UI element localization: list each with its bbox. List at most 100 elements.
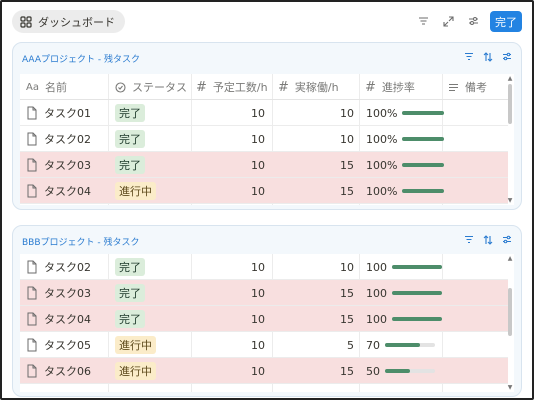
actual-hours[interactable]: 15	[274, 358, 354, 384]
actual-hours[interactable]: 15	[274, 152, 354, 178]
plan-hours[interactable]: 10	[185, 332, 265, 358]
scroll-up-icon[interactable]: ▲	[507, 256, 513, 262]
task-name[interactable]: タスク05	[44, 337, 91, 353]
filter-icon[interactable]	[463, 234, 474, 245]
sort-icon[interactable]	[482, 234, 493, 245]
sliders-icon[interactable]	[466, 14, 480, 28]
task-name[interactable]: タスク06	[44, 363, 91, 379]
column-header-actual[interactable]: # 実稼働/h	[278, 74, 339, 100]
table-row[interactable]: タスク03 完了 10 15 100%	[20, 152, 508, 178]
status-badge[interactable]: 完了	[115, 258, 145, 276]
table-row[interactable]: タスク03 完了 10 15 100	[20, 280, 508, 306]
progress-bar	[402, 111, 445, 115]
progress-value: 100%	[366, 106, 398, 120]
status-badge[interactable]: 完了	[115, 310, 145, 328]
page-icon	[27, 312, 37, 326]
vertical-scrollbar[interactable]	[508, 84, 512, 124]
panel-title[interactable]: BBBプロジェクト - 残タスク	[22, 235, 140, 248]
status-badge[interactable]: 完了	[115, 130, 145, 148]
task-name[interactable]: タスク04	[44, 183, 91, 199]
status-badge[interactable]: 進行中	[115, 182, 156, 200]
plan-hours[interactable]: 10	[185, 100, 265, 126]
column-header-plan[interactable]: # 予定工数/h	[196, 74, 268, 100]
progress-value: 70	[366, 338, 380, 352]
progress-bar	[392, 317, 442, 321]
status-badge[interactable]: 進行中	[115, 362, 156, 380]
actual-hours[interactable]: 5	[274, 332, 354, 358]
page-icon	[27, 364, 37, 378]
dashboard-button[interactable]: ダッシュボード	[12, 10, 125, 33]
status-badge[interactable]: 進行中	[115, 336, 156, 354]
top-bar: ダッシュボード 完了	[12, 10, 522, 34]
scroll-down-icon[interactable]: ▼	[507, 385, 513, 391]
scroll-down-icon[interactable]: ▼	[507, 198, 513, 204]
number-property-icon: #	[278, 79, 289, 95]
plan-hours[interactable]: 10	[185, 306, 265, 332]
table-row[interactable]: タスク06 進行中 10 15 50	[20, 358, 508, 384]
table-row[interactable]: タスク02 完了 10 10 100%	[20, 126, 508, 152]
status-badge[interactable]: 完了	[115, 156, 145, 174]
actual-hours[interactable]: 10	[274, 126, 354, 152]
table-row[interactable]: タスク04 進行中 10 15 100%	[20, 178, 508, 204]
panel-bbb-project: BBBプロジェクト - 残タスク タスク02 完了 10 10 100 タスク0…	[12, 225, 522, 397]
sliders-icon[interactable]	[501, 51, 512, 62]
task-name[interactable]: タスク03	[44, 157, 91, 173]
progress-bar	[402, 163, 445, 167]
actual-hours[interactable]: 10	[274, 100, 354, 126]
scroll-up-icon[interactable]: ▲	[507, 76, 513, 82]
vertical-scrollbar[interactable]	[508, 288, 512, 336]
plan-hours[interactable]: 10	[185, 254, 265, 280]
panel-title[interactable]: AAAプロジェクト - 残タスク	[22, 52, 140, 65]
page-icon	[27, 338, 37, 352]
column-header-progress[interactable]: # 進捗率	[365, 74, 415, 100]
task-name[interactable]: タスク01	[44, 105, 91, 121]
status-property-icon	[115, 81, 126, 93]
plan-hours[interactable]: 10	[185, 126, 265, 152]
table-row[interactable]: タスク05 進行中 10 5 70	[20, 332, 508, 358]
table-row[interactable]: タスク01 完了 10 10 100%	[20, 100, 508, 126]
filter-icon[interactable]	[463, 51, 474, 62]
progress-value: 100	[366, 312, 387, 326]
plan-hours[interactable]: 10	[185, 178, 265, 204]
status-badge[interactable]: 完了	[115, 104, 145, 122]
column-header-notes[interactable]: 備考	[448, 74, 487, 100]
task-name[interactable]: タスク03	[44, 285, 91, 301]
page-icon	[27, 184, 37, 198]
actual-hours[interactable]: 10	[274, 254, 354, 280]
progress-value: 100%	[366, 184, 398, 198]
page-icon	[27, 286, 37, 300]
actual-hours[interactable]: 15	[274, 178, 354, 204]
plan-hours[interactable]: 10	[185, 152, 265, 178]
actual-hours[interactable]: 15	[274, 280, 354, 306]
expand-icon[interactable]	[441, 14, 455, 28]
table-row[interactable]: タスク02 完了 10 10 100	[20, 254, 508, 280]
dashboard-label: ダッシュボード	[38, 15, 115, 29]
task-name[interactable]: タスク04	[44, 311, 91, 327]
done-button[interactable]: 完了	[490, 11, 522, 32]
progress-value: 100	[366, 260, 387, 274]
column-header-status[interactable]: ステータス	[115, 74, 187, 100]
status-badge[interactable]: 完了	[115, 284, 145, 302]
progress-bar	[385, 369, 435, 373]
sliders-icon[interactable]	[501, 234, 512, 245]
page-icon	[27, 260, 37, 274]
filter-icon[interactable]	[416, 14, 430, 28]
progress-value: 100%	[366, 132, 398, 146]
table-row[interactable]: タスク04 完了 10 15 100	[20, 306, 508, 332]
progress-bar	[392, 291, 442, 295]
plan-hours[interactable]: 10	[185, 280, 265, 306]
page-icon	[27, 158, 37, 172]
progress-value: 100	[366, 286, 387, 300]
data-table: Aa 名前 ステータス # 予定工数/h # 実稼働/h # 進捗率 備考 タス…	[20, 74, 514, 205]
task-name[interactable]: タスク02	[44, 259, 91, 275]
task-name[interactable]: タスク02	[44, 131, 91, 147]
progress-bar	[402, 189, 445, 193]
column-header-name[interactable]: Aa 名前	[26, 74, 67, 100]
text-lines-icon	[449, 83, 458, 91]
plan-hours[interactable]: 10	[185, 358, 265, 384]
progress-bar	[385, 343, 435, 347]
sort-icon[interactable]	[482, 51, 493, 62]
actual-hours[interactable]: 15	[274, 306, 354, 332]
progress-bar	[402, 137, 445, 141]
panel-aaa-project: AAAプロジェクト - 残タスク Aa 名前 ステータス # 予定工数/h # …	[12, 42, 522, 210]
